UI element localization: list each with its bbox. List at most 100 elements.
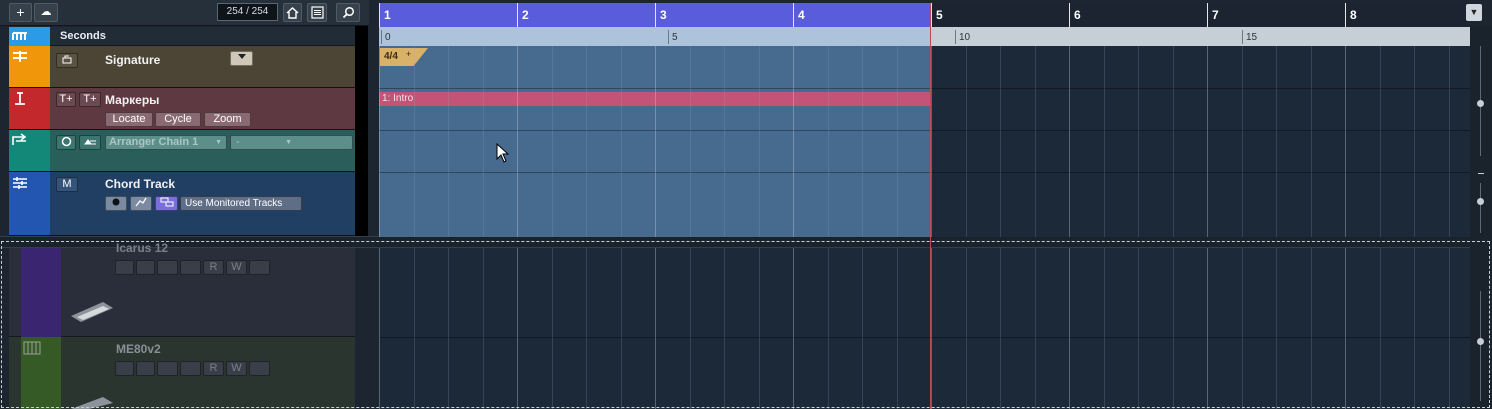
- grid-line: [483, 248, 484, 409]
- arranger-chain-select[interactable]: Arranger Chain 1 ▼: [105, 135, 227, 150]
- marker-track[interactable]: T+ T+ Маркеры Locate Cycle Zoom: [9, 88, 355, 130]
- add-track-from-preset-button[interactable]: ☁: [34, 3, 58, 22]
- grid-line: [690, 248, 691, 409]
- chord-mute-button[interactable]: M: [56, 177, 78, 192]
- icarus-write-button[interactable]: W: [226, 260, 247, 275]
- arranger-chain-label: Arranger Chain 1: [109, 136, 199, 148]
- grid-line: [862, 46, 863, 237]
- time-format-label[interactable]: Seconds: [60, 30, 106, 42]
- arranger-mode-button[interactable]: [79, 135, 101, 150]
- track-list-toolbar: + ☁ 254 / 254: [0, 0, 369, 26]
- grid-line: [1414, 248, 1415, 409]
- grid-line: [1104, 248, 1105, 409]
- grid-line: [655, 248, 656, 409]
- me80-write-button[interactable]: W: [226, 361, 247, 376]
- grid-line: [759, 46, 760, 237]
- grid-line: [1173, 248, 1174, 409]
- icarus-instrument-button[interactable]: [180, 260, 201, 275]
- grid-line: [1000, 248, 1001, 409]
- me80-edit-button[interactable]: [157, 361, 178, 376]
- vertical-zoom-bar[interactable]: [1470, 26, 1492, 409]
- icarus-monitor-button[interactable]: [136, 260, 155, 275]
- lower-zoom-handle[interactable]: [1477, 338, 1484, 345]
- grid-line: [552, 46, 553, 237]
- grid-line: [586, 248, 587, 409]
- me80-lanes-button[interactable]: [249, 361, 270, 376]
- event-display-lower[interactable]: [379, 248, 1470, 409]
- me80-read-button[interactable]: R: [203, 361, 224, 376]
- grid-line: [483, 46, 484, 237]
- icarus-edit-button[interactable]: [157, 260, 178, 275]
- synth-keyboard-icon: [71, 302, 113, 322]
- marker-icon: [15, 92, 25, 105]
- arranger-event-select[interactable]: - ▼: [230, 135, 353, 150]
- bar-number-label: 5: [936, 8, 943, 22]
- search-button[interactable]: [336, 3, 360, 22]
- track-list-splitter[interactable]: [355, 26, 368, 236]
- track-list-menu-button[interactable]: [307, 3, 327, 22]
- chord-follow-button[interactable]: [155, 196, 178, 211]
- arranger-edit-button[interactable]: [56, 135, 76, 150]
- grid-line: [793, 46, 794, 237]
- grid-line: [655, 46, 656, 237]
- grid-line: [621, 46, 622, 237]
- grid-line: [517, 46, 518, 237]
- upper-zoom-minus[interactable]: [1478, 173, 1484, 174]
- grid-line: [448, 248, 449, 409]
- piano-icon: [23, 341, 41, 355]
- upper-zoom-handle-2[interactable]: [1477, 198, 1484, 205]
- visible-track-counter[interactable]: 254 / 254: [217, 3, 278, 21]
- icarus-lanes-button[interactable]: [249, 260, 270, 275]
- grid-line: [1311, 248, 1312, 409]
- seconds-label: 15: [1246, 32, 1258, 43]
- lock-icon: [62, 55, 72, 64]
- marker-add-button[interactable]: T+: [56, 92, 76, 107]
- chord-track-name: Chord Track: [105, 177, 176, 191]
- chord-voicing-button[interactable]: [130, 196, 152, 211]
- ruler-options-button[interactable]: ▼: [1466, 4, 1482, 21]
- signature-event-plus: +: [406, 49, 412, 59]
- signature-track[interactable]: Signature: [9, 46, 355, 88]
- marker-add-named-button[interactable]: T+: [79, 92, 101, 107]
- chord-track[interactable]: M Chord Track Use Monitored Tracks: [9, 172, 355, 236]
- grid-line: [793, 248, 794, 409]
- seconds-tick: [955, 30, 956, 44]
- bar-tick: [1345, 3, 1346, 27]
- bar-tick: [1207, 3, 1208, 27]
- instrument-track-me80[interactable]: ME80v2 R W: [9, 337, 355, 409]
- cycle-button[interactable]: Cycle: [155, 112, 201, 127]
- use-monitored-tracks-select[interactable]: Use Monitored Tracks: [180, 196, 302, 211]
- icarus-record-button[interactable]: [115, 260, 134, 275]
- grid-line: [897, 46, 898, 237]
- home-button[interactable]: [283, 3, 302, 22]
- icarus-track-color: [21, 248, 61, 337]
- signature-menu-button[interactable]: [230, 51, 253, 66]
- zone-divider[interactable]: [0, 236, 1470, 248]
- seconds-label: 0: [385, 32, 391, 43]
- me80-record-button[interactable]: [115, 361, 134, 376]
- grid-line: [1138, 46, 1139, 237]
- row-separator: [379, 337, 1470, 338]
- icarus-read-button[interactable]: R: [203, 260, 224, 275]
- zoom-button[interactable]: Zoom: [204, 112, 251, 127]
- bar-number-label: 2: [522, 8, 529, 22]
- me80-track-color: [21, 337, 61, 409]
- me80-monitor-button[interactable]: [136, 361, 155, 376]
- lock-button[interactable]: [56, 53, 78, 68]
- bar-number-label: 1: [384, 8, 391, 22]
- grid-line: [828, 46, 829, 237]
- add-track-button[interactable]: +: [9, 3, 32, 22]
- grid-line: [448, 46, 449, 237]
- me80-instrument-button[interactable]: [180, 361, 201, 376]
- arranger-track[interactable]: Arranger Chain 1 ▼ - ▼: [9, 130, 355, 172]
- upper-zoom-handle[interactable]: [1477, 100, 1484, 107]
- grid-line: [931, 248, 932, 409]
- grid-line: [379, 248, 380, 409]
- ruler-icon: [12, 32, 27, 40]
- instrument-track-icarus[interactable]: Icarus 12 R W: [9, 241, 355, 337]
- chord-record-button[interactable]: [105, 196, 127, 211]
- locate-button[interactable]: Locate: [105, 112, 153, 127]
- icarus-track-controls: R W: [115, 260, 270, 275]
- chord-track-color: [9, 172, 50, 235]
- grid-line: [1276, 248, 1277, 409]
